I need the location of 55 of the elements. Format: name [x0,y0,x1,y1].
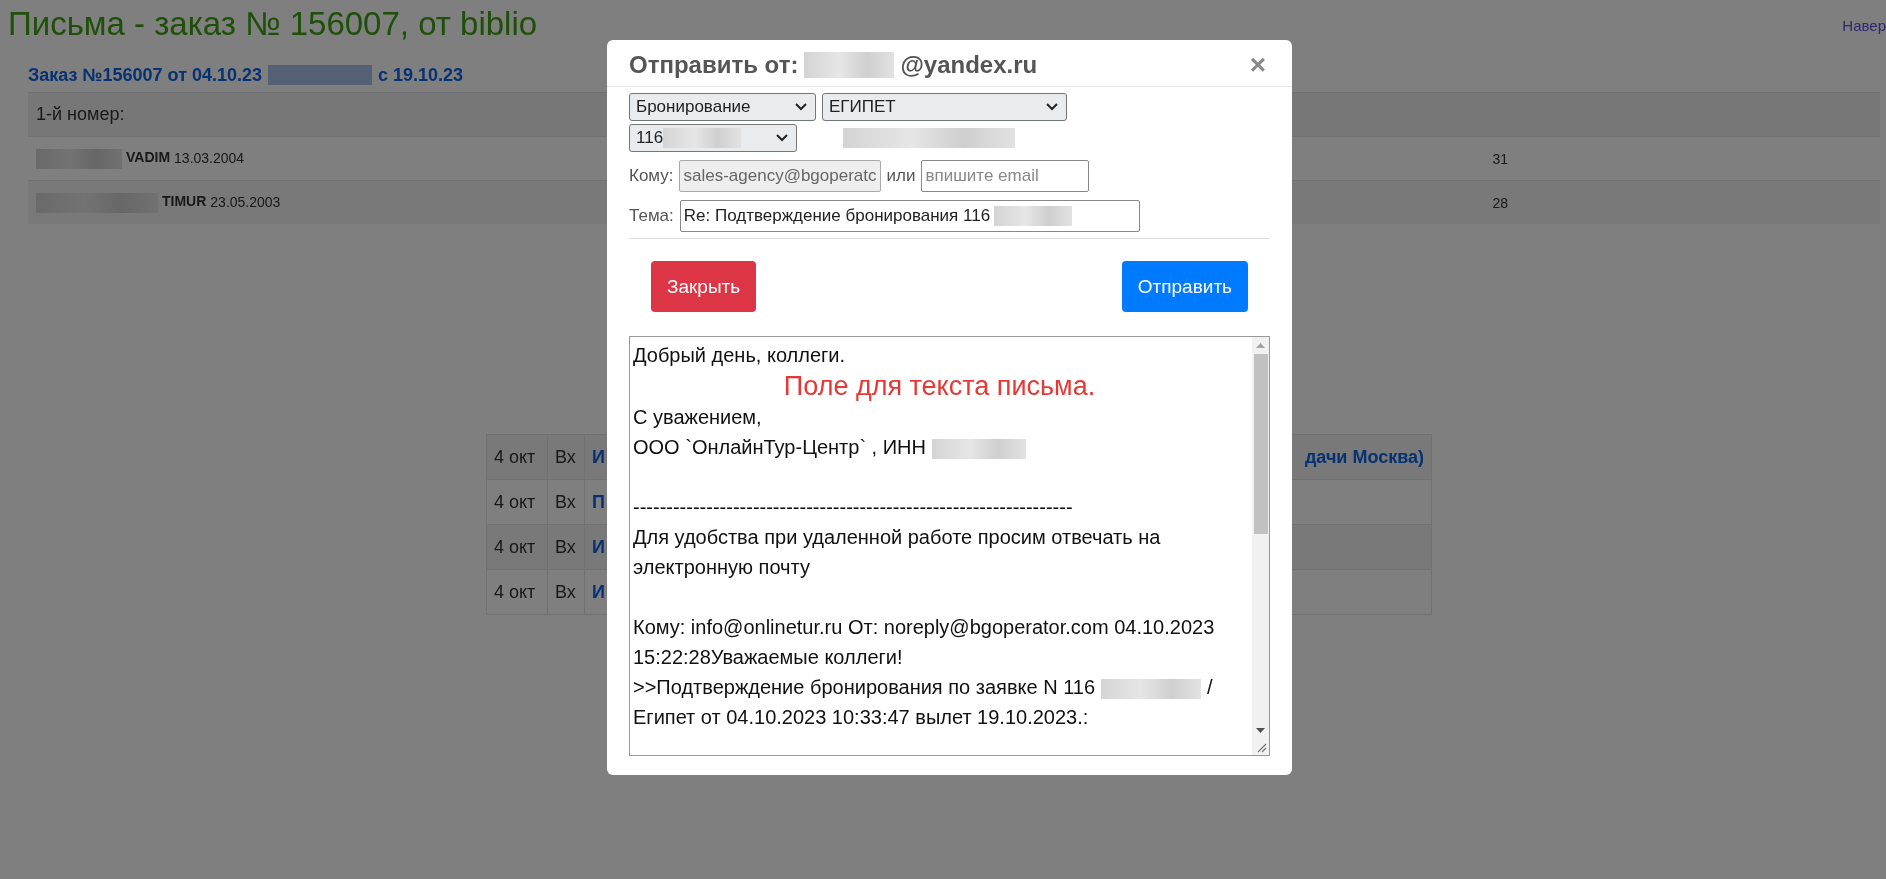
close-button[interactable]: × [1245,51,1270,79]
letter-link[interactable]: П [592,491,605,513]
scrollbar-thumb[interactable] [1253,354,1268,534]
table-cell: 4 окт [486,524,548,570]
letter-link[interactable]: дачи Москва) [1304,446,1424,468]
chevron-icon [795,103,807,111]
dialog-title: Отправить от: [629,51,799,79]
table-cell: Вх [547,569,585,615]
table-cell: Вх [547,479,585,525]
text-line: / [1207,676,1213,698]
scrollbar[interactable] [1252,337,1269,755]
table-cell: 4 окт [486,569,548,615]
letter-link[interactable]: И [592,536,605,558]
order-title[interactable]: Заказ №156007 от 04.10.23 [28,64,263,86]
text-line: ------------------------------------------------------------------ [633,495,1074,520]
close-button[interactable]: Закрыть [651,261,757,312]
field-label: Кому: [629,166,674,186]
chevron-icon [776,134,788,142]
annotation-text: Поле для текста письма. [782,370,1097,402]
letter-link[interactable]: И [592,446,605,468]
email-input[interactable]: впишите email [921,160,1090,192]
message-textarea[interactable] [629,336,1270,756]
order-date[interactable]: с 19.10.23 [378,64,464,86]
text-line: ООО `ОнлайнТур-Центр` , ИНН [633,436,926,458]
text-line: С уважением, [633,405,763,430]
table-cell: Вх [547,434,585,480]
resize-grip-icon[interactable] [1257,743,1267,753]
dropdown[interactable]: ЕГИПЕТ [822,93,1067,121]
guest-name: TIMUR [162,193,207,210]
dropdown[interactable]: 116 [629,124,797,152]
birth-date: 13.03.2004 [174,149,245,166]
table-cell: 4 окт [486,479,548,525]
text-line: Для удобства при удаленной работе просим отвечать на электронную почту [633,525,1162,580]
table-cell: 28 [1484,180,1880,224]
table-cell: 4 окт [486,434,548,480]
text-line: >>Подтверждение бронирования по заявке N 116 [633,676,1096,698]
nav-link[interactable]: Навер [1842,17,1886,34]
sender-domain: @yandex.ru [900,51,1038,79]
text-line: Добрый день, коллеги. [633,343,847,368]
field-label: Тема: [629,206,674,226]
field-label: или [886,166,916,186]
guest-name: VADIM [126,149,171,166]
page-title: Письма - заказ № 156007, от biblio [8,4,538,44]
subject-field[interactable]: Re: Подтверждение бронирования 116 [679,200,1140,232]
scroll-down-icon[interactable] [1256,728,1265,733]
letter-link[interactable]: И [592,581,605,603]
birth-date: 23.05.2003 [210,193,281,210]
scroll-up-icon[interactable] [1256,343,1265,348]
recipient-field[interactable]: sales-agency@bgoperatc [679,160,881,192]
send-button[interactable]: Отправить [1121,261,1248,312]
text-line: Кому: info@onlinetur.ru От: noreply@bgoperator.com 04.10.2023 15:22:28Уважаемые коллеги! [633,615,1216,670]
chevron-icon [1046,103,1058,111]
table-cell: Вх [547,524,585,570]
dropdown[interactable]: Бронирование [629,93,816,121]
text-line: Египет от 04.10.2023 10:33:47 вылет 19.10.2023.: [633,705,1090,730]
